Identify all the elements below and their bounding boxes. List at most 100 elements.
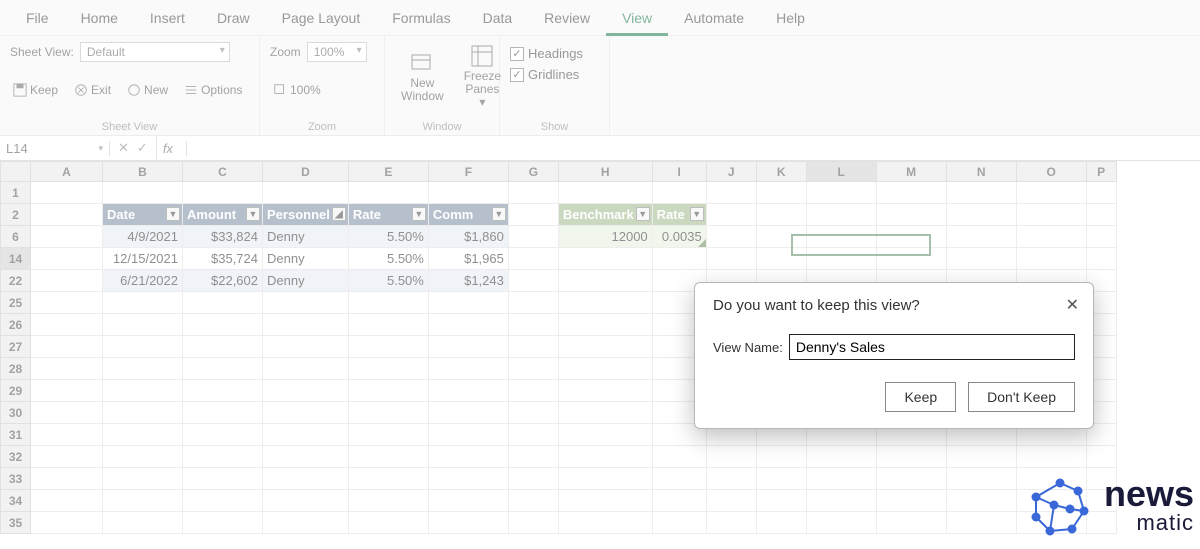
- cell[interactable]: [31, 182, 103, 204]
- cell[interactable]: [558, 270, 652, 292]
- cell[interactable]: [706, 468, 756, 490]
- fx-icon[interactable]: fx: [157, 141, 187, 156]
- cell[interactable]: [31, 248, 103, 270]
- cell[interactable]: [348, 292, 428, 314]
- new-window-button[interactable]: New Window: [395, 49, 450, 105]
- cell[interactable]: $35,724: [183, 248, 263, 270]
- cell[interactable]: [263, 402, 349, 424]
- cell[interactable]: [428, 512, 508, 534]
- cell[interactable]: [348, 446, 428, 468]
- exit-button[interactable]: Exit: [71, 81, 114, 99]
- cell[interactable]: [946, 512, 1016, 534]
- cell[interactable]: [103, 446, 183, 468]
- cell[interactable]: [183, 512, 263, 534]
- cell[interactable]: [428, 424, 508, 446]
- cell[interactable]: [348, 468, 428, 490]
- cell[interactable]: 0.0035: [652, 226, 706, 248]
- cell[interactable]: [876, 182, 946, 204]
- cell[interactable]: [706, 226, 756, 248]
- cell[interactable]: Rate▼: [652, 204, 706, 226]
- cell[interactable]: [558, 402, 652, 424]
- cell[interactable]: [183, 182, 263, 204]
- options-button[interactable]: Options: [181, 81, 245, 99]
- dropdown-icon[interactable]: ▼: [492, 207, 506, 221]
- row-header[interactable]: 33: [1, 468, 31, 490]
- cell[interactable]: [706, 248, 756, 270]
- tab-data[interactable]: Data: [467, 0, 529, 36]
- cell[interactable]: [876, 468, 946, 490]
- cell[interactable]: [946, 446, 1016, 468]
- cell[interactable]: [183, 314, 263, 336]
- cell[interactable]: [103, 424, 183, 446]
- zoom-select[interactable]: 100%: [307, 42, 367, 62]
- cell[interactable]: 6/21/2022: [103, 270, 183, 292]
- cell[interactable]: [1016, 204, 1086, 226]
- cell[interactable]: [348, 402, 428, 424]
- cell[interactable]: [706, 490, 756, 512]
- cell[interactable]: [946, 468, 1016, 490]
- cell[interactable]: [103, 402, 183, 424]
- cell[interactable]: [756, 490, 806, 512]
- cell[interactable]: [508, 204, 558, 226]
- cell[interactable]: $33,824: [183, 226, 263, 248]
- cell[interactable]: [1086, 248, 1116, 270]
- cell[interactable]: [103, 314, 183, 336]
- cell[interactable]: [806, 490, 876, 512]
- cell[interactable]: [756, 226, 806, 248]
- cell[interactable]: Denny: [263, 226, 349, 248]
- col-header[interactable]: B: [103, 162, 183, 182]
- cell[interactable]: [508, 182, 558, 204]
- tab-view[interactable]: View: [606, 0, 668, 36]
- col-header[interactable]: K: [756, 162, 806, 182]
- cell[interactable]: [103, 380, 183, 402]
- cell[interactable]: [183, 424, 263, 446]
- cell[interactable]: [652, 446, 706, 468]
- col-header[interactable]: P: [1086, 162, 1116, 182]
- cell[interactable]: [428, 314, 508, 336]
- sheet-view-select[interactable]: Default: [80, 42, 230, 62]
- cell[interactable]: [876, 204, 946, 226]
- cell[interactable]: [31, 358, 103, 380]
- cell[interactable]: Denny: [263, 248, 349, 270]
- cell[interactable]: [508, 446, 558, 468]
- cell[interactable]: [1086, 226, 1116, 248]
- cell[interactable]: [31, 270, 103, 292]
- cell[interactable]: [428, 336, 508, 358]
- cell[interactable]: [31, 424, 103, 446]
- cell[interactable]: [558, 358, 652, 380]
- col-header[interactable]: H: [558, 162, 652, 182]
- cell[interactable]: [756, 248, 806, 270]
- cell[interactable]: [263, 490, 349, 512]
- cell[interactable]: 5.50%: [348, 226, 428, 248]
- cell[interactable]: [508, 402, 558, 424]
- cell[interactable]: [508, 424, 558, 446]
- cell[interactable]: [103, 292, 183, 314]
- cell[interactable]: [946, 182, 1016, 204]
- row-header[interactable]: 27: [1, 336, 31, 358]
- row-header[interactable]: 32: [1, 446, 31, 468]
- cell[interactable]: [183, 336, 263, 358]
- col-header[interactable]: N: [946, 162, 1016, 182]
- cell[interactable]: [103, 512, 183, 534]
- tab-review[interactable]: Review: [528, 0, 606, 36]
- cell[interactable]: [348, 424, 428, 446]
- cancel-icon[interactable]: ✕: [118, 140, 129, 156]
- filter-icon[interactable]: ◢: [332, 207, 346, 221]
- cell[interactable]: [183, 380, 263, 402]
- col-header[interactable]: J: [706, 162, 756, 182]
- cell[interactable]: [508, 468, 558, 490]
- cell[interactable]: Date▼: [103, 204, 183, 226]
- cell[interactable]: [756, 204, 806, 226]
- col-header[interactable]: C: [183, 162, 263, 182]
- headings-checkbox[interactable]: ✓Headings: [510, 46, 599, 61]
- cell[interactable]: [508, 314, 558, 336]
- cell[interactable]: [806, 248, 876, 270]
- row-header[interactable]: 30: [1, 402, 31, 424]
- cell[interactable]: [31, 446, 103, 468]
- col-header[interactable]: E: [348, 162, 428, 182]
- dropdown-icon[interactable]: ▼: [636, 207, 650, 221]
- row-header[interactable]: 25: [1, 292, 31, 314]
- tab-formulas[interactable]: Formulas: [376, 0, 466, 36]
- cell[interactable]: [348, 182, 428, 204]
- row-header[interactable]: 6: [1, 226, 31, 248]
